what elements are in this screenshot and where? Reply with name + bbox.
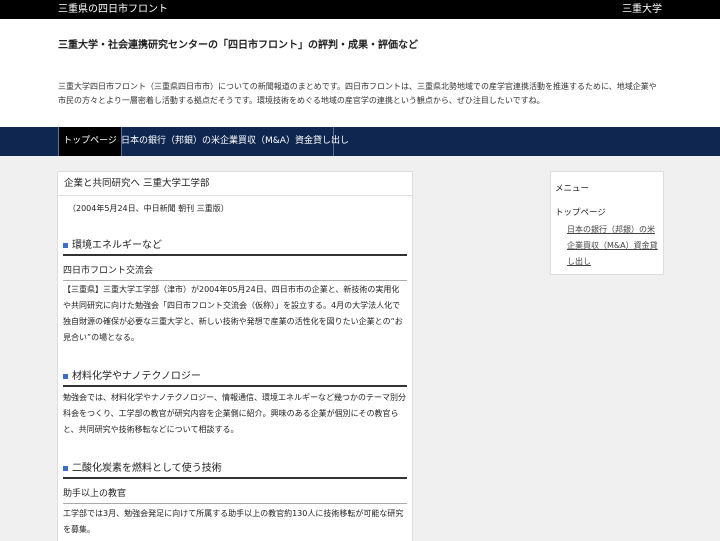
square-bullet-icon bbox=[63, 242, 68, 248]
article-source: （2004年5月24日、中日新聞 朝刊 三重版） bbox=[68, 204, 229, 213]
sidebar-item-top-page[interactable]: トップページ bbox=[555, 206, 606, 218]
site-name-link[interactable]: 三重県の四日市フロント bbox=[58, 0, 168, 19]
section-heading-text: 材料化学やナノテクノロジー bbox=[72, 371, 201, 382]
page-title: 三重大学・社会連携研究センターの「四日市フロント」の評判・成果・評価など bbox=[58, 40, 418, 51]
square-bullet-icon bbox=[63, 373, 68, 379]
section-heading-text: 二酸化炭素を燃料として使う技術 bbox=[72, 463, 222, 474]
section-text: 勉強会では、材料化学やナノテクノロジー、情報通信、環境エネルギーなど幾つかのテー… bbox=[63, 393, 407, 434]
sidebar-link-bank-ma-loans[interactable]: 日本の銀行（邦銀）の米企業買収（M&A）資金貸し出し bbox=[567, 222, 659, 270]
section-heading: 環境エネルギーなど bbox=[63, 236, 407, 256]
section-heading-text: 環境エネルギーなど bbox=[72, 240, 162, 251]
top-right-link[interactable]: 三重大学 bbox=[622, 0, 662, 19]
nav-item-top-page[interactable]: トップページ bbox=[58, 127, 122, 156]
section-subheading: 四日市フロント交流会 bbox=[63, 263, 407, 281]
site-header: 三重大学・社会連携研究センターの「四日市フロント」の評判・成果・評価など 三重大… bbox=[0, 19, 720, 127]
section-subheading: 助手以上の教官 bbox=[63, 486, 407, 504]
square-bullet-icon bbox=[63, 465, 68, 471]
section-heading: 二酸化炭素を燃料として使う技術 bbox=[63, 459, 407, 479]
article-panel: 企業と共同研究へ 三重大学工学部 （2004年5月24日、中日新聞 朝刊 三重版… bbox=[57, 171, 413, 541]
sidebar-menu: メニュー トップページ 日本の銀行（邦銀）の米企業買収（M&A）資金貸し出し bbox=[550, 171, 664, 275]
top-bar: 三重県の四日市フロント 三重大学 bbox=[0, 0, 720, 19]
section-text: 工学部では3月、勉強会発足に向けて所属する助手以上の教官約130人に技術移転が可… bbox=[63, 509, 404, 534]
site-description: 三重大学四日市フロント（三重県四日市市）についての新聞報道のまとめです。四日市フ… bbox=[58, 82, 657, 105]
article-title: 企業と共同研究へ 三重大学工学部 bbox=[58, 172, 412, 196]
global-nav: トップページ 日本の銀行（邦銀）の米企業買収（M&A）資金貸し出し bbox=[0, 127, 720, 156]
nav-item-bank-ma-loans[interactable]: 日本の銀行（邦銀）の米企業買収（M&A）資金貸し出し bbox=[121, 127, 349, 156]
sidebar-menu-heading: メニュー bbox=[555, 184, 590, 194]
section-heading: 材料化学やナノテクノロジー bbox=[63, 367, 407, 387]
section-text: 【三重県】三重大学工学部（津市）が2004年05月24日、四日市市の企業と、新技… bbox=[63, 285, 403, 342]
